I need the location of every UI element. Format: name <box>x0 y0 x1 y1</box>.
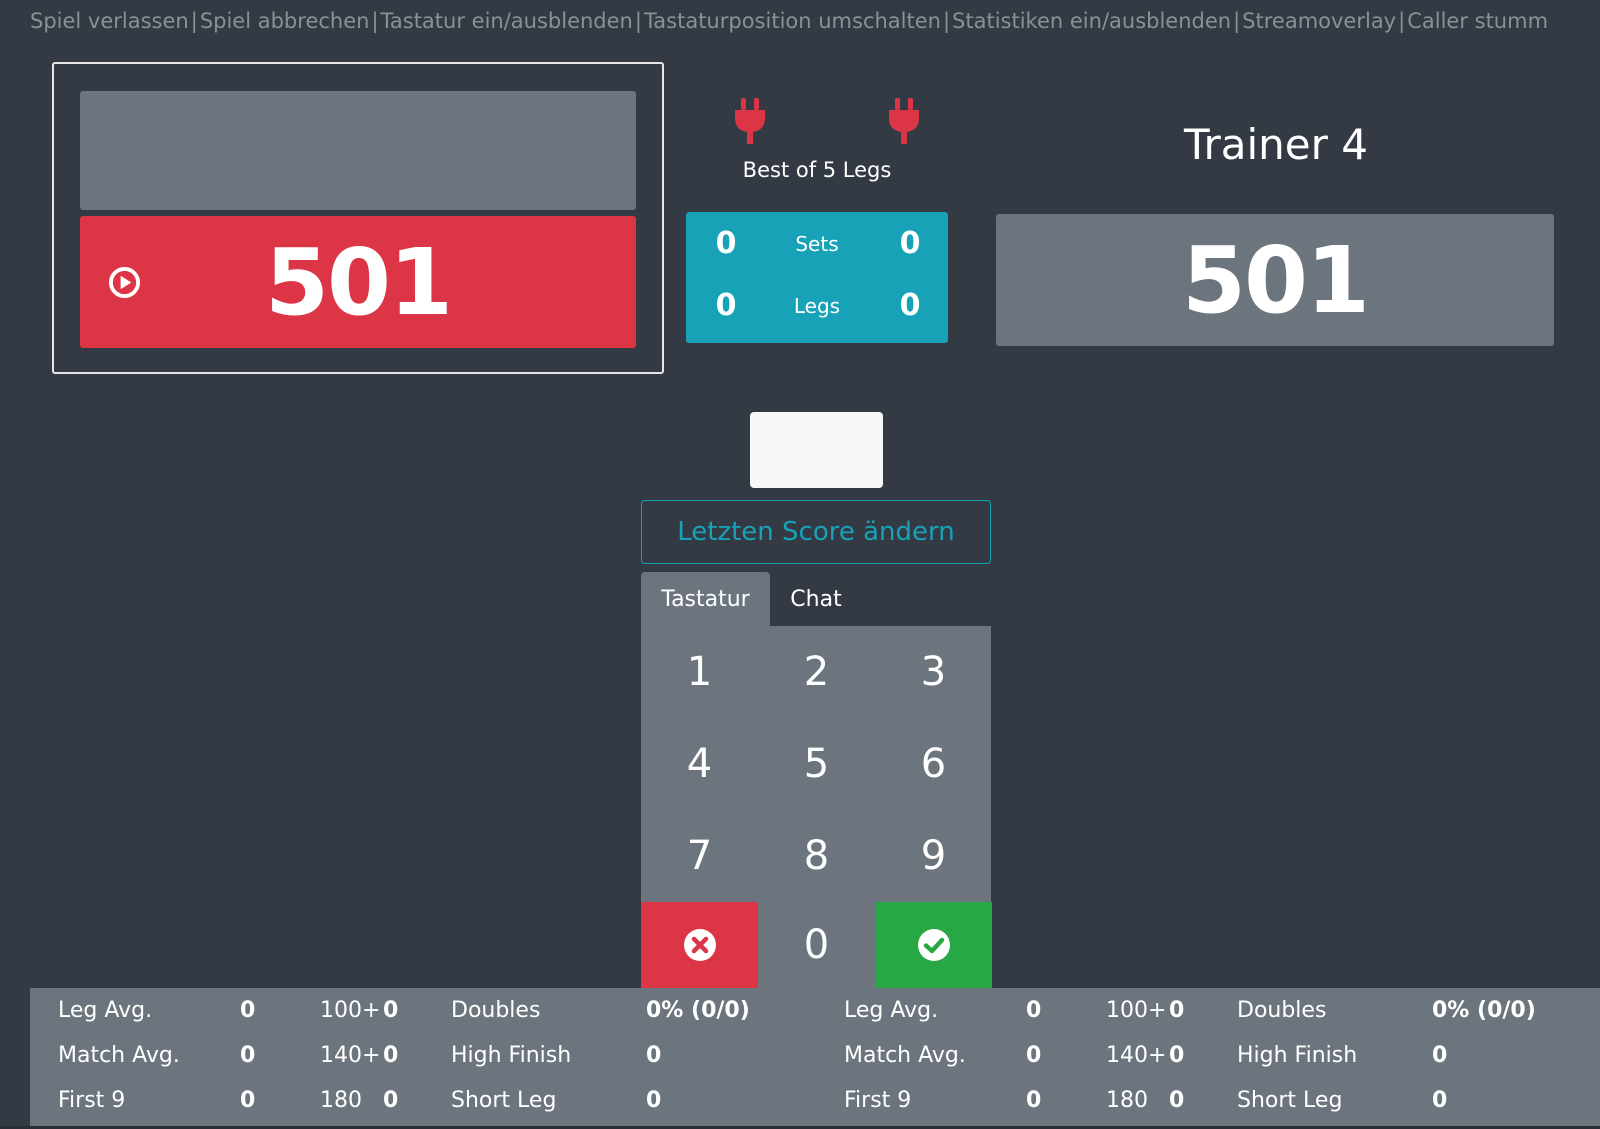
key-8[interactable]: 8 <box>758 810 875 902</box>
tab-keyboard[interactable]: Tastatur <box>641 572 770 626</box>
menu-separator: | <box>942 9 951 33</box>
first9-label: First 9 <box>58 1088 126 1113</box>
plug-icon <box>889 98 919 144</box>
menu-switch-keyboard-position[interactable]: Tastaturposition umschalten <box>644 9 941 33</box>
key-2[interactable]: 2 <box>758 626 875 718</box>
confirm-button[interactable] <box>875 902 992 988</box>
match-avg-label: Match Avg. <box>844 1043 966 1068</box>
menu-toggle-statistics[interactable]: Statistiken ein/ausblenden <box>952 9 1231 33</box>
close-circle-icon <box>683 929 716 961</box>
p2-first9: 0 <box>1026 1088 1042 1113</box>
key-7[interactable]: 7 <box>641 810 758 902</box>
score-input[interactable] <box>750 412 883 488</box>
player1-name <box>80 91 636 210</box>
player2-legs: 0 <box>899 288 921 323</box>
first9-label: First 9 <box>844 1088 912 1113</box>
menu-stream-overlay[interactable]: Streamoverlay <box>1242 9 1396 33</box>
t100-label: 100+ <box>320 998 381 1023</box>
t140-label: 140+ <box>1106 1043 1167 1068</box>
player2-sets: 0 <box>899 226 921 261</box>
match-avg-label: Match Avg. <box>58 1043 180 1068</box>
p1-t140: 0 <box>383 1043 399 1068</box>
leg-avg-label: Leg Avg. <box>844 998 939 1023</box>
p2-t140: 0 <box>1169 1043 1185 1068</box>
top-menu: Spiel verlassen|Spiel abbrechen|Tastatur… <box>30 9 1570 33</box>
player2-score-panel: 501 <box>996 214 1554 346</box>
plug-icon <box>735 98 765 144</box>
keypad: 1 2 3 4 5 6 7 8 9 0 <box>641 626 992 988</box>
p2-leg-avg: 0 <box>1026 998 1042 1023</box>
doubles-label: Doubles <box>1237 998 1327 1023</box>
short-leg-label: Short Leg <box>451 1088 557 1113</box>
player2-score: 501 <box>1181 226 1370 334</box>
menu-abort-game[interactable]: Spiel abbrechen <box>200 9 370 33</box>
p1-short-leg: 0 <box>646 1088 662 1113</box>
player1-score: 501 <box>264 228 453 336</box>
high-finish-label: High Finish <box>451 1043 572 1068</box>
key-9[interactable]: 9 <box>875 810 992 902</box>
player2-name: Trainer 4 <box>1184 120 1368 169</box>
sets-label: Sets <box>795 232 839 256</box>
key-3[interactable]: 3 <box>875 626 992 718</box>
p2-high-finish: 0 <box>1432 1043 1448 1068</box>
statistics-bar: Leg Avg. 0 Match Avg. 0 First 9 0 100+ 0… <box>30 988 1600 1129</box>
p2-doubles: 0% (0/0) <box>1432 998 1536 1023</box>
menu-separator: | <box>634 9 642 33</box>
p1-first9: 0 <box>240 1088 256 1113</box>
menu-separator: | <box>1398 9 1406 33</box>
menu-mute-caller[interactable]: Caller stumm <box>1407 9 1548 33</box>
tab-chat[interactable]: Chat <box>770 572 862 626</box>
sets-legs-scoreboard: 0 Sets 0 0 Legs 0 <box>686 212 948 343</box>
high-finish-label: High Finish <box>1237 1043 1358 1068</box>
p1-match-avg: 0 <box>240 1043 256 1068</box>
t180-label: 180 <box>1106 1088 1148 1113</box>
edit-last-score-button[interactable]: Letzten Score ändern <box>641 500 991 564</box>
player1-sets: 0 <box>715 226 737 261</box>
short-leg-label: Short Leg <box>1237 1088 1343 1113</box>
legs-label: Legs <box>793 294 841 318</box>
menu-leave-game[interactable]: Spiel verlassen <box>30 9 189 33</box>
t180-label: 180 <box>320 1088 362 1113</box>
menu-toggle-keyboard[interactable]: Tastatur ein/ausblenden <box>381 9 633 33</box>
key-4[interactable]: 4 <box>641 718 758 810</box>
doubles-label: Doubles <box>451 998 541 1023</box>
menu-separator: | <box>371 9 379 33</box>
p2-t180: 0 <box>1169 1088 1185 1113</box>
p2-t100: 0 <box>1169 998 1185 1023</box>
menu-separator: | <box>1233 9 1241 33</box>
p1-t100: 0 <box>383 998 399 1023</box>
p1-high-finish: 0 <box>646 1043 662 1068</box>
p2-match-avg: 0 <box>1026 1043 1042 1068</box>
t140-label: 140+ <box>320 1043 381 1068</box>
key-1[interactable]: 1 <box>641 626 758 718</box>
leg-avg-label: Leg Avg. <box>58 998 153 1023</box>
p1-t180: 0 <box>383 1088 399 1113</box>
p1-leg-avg: 0 <box>240 998 256 1023</box>
match-format: Best of 5 Legs <box>742 158 892 182</box>
key-6[interactable]: 6 <box>875 718 992 810</box>
key-5[interactable]: 5 <box>758 718 875 810</box>
p1-doubles: 0% (0/0) <box>646 998 750 1023</box>
player1-legs: 0 <box>715 288 737 323</box>
cancel-button[interactable] <box>641 902 758 988</box>
check-circle-icon <box>917 929 950 961</box>
p2-short-leg: 0 <box>1432 1088 1448 1113</box>
player1-score-panel: 501 <box>80 216 636 348</box>
key-0[interactable]: 0 <box>758 902 875 988</box>
menu-separator: | <box>190 9 198 33</box>
t100-label: 100+ <box>1106 998 1167 1023</box>
